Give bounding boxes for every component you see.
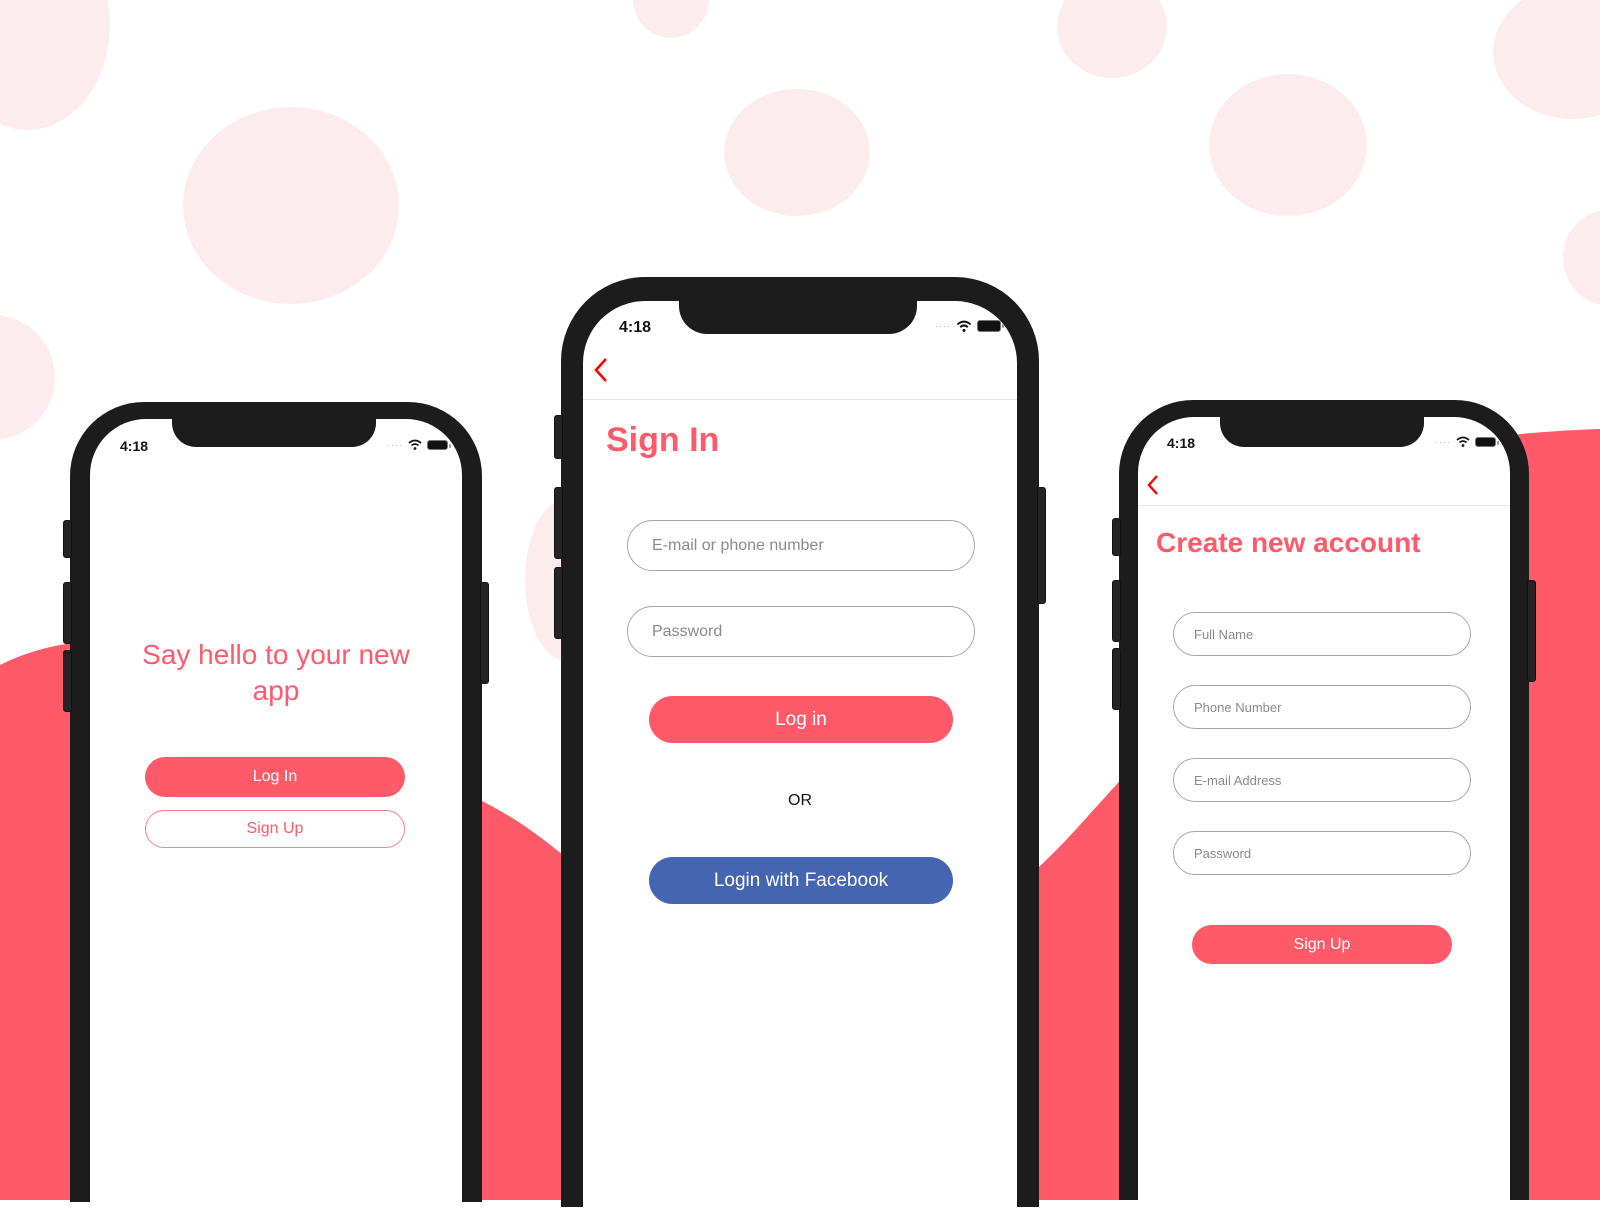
password-placeholder: Password	[652, 622, 723, 640]
welcome-title-line2: app	[252, 675, 300, 706]
phone-sign-up: 4:18 ···· Create new account Full Name P…	[1112, 400, 1536, 1207]
chevron-left-icon[interactable]	[593, 357, 609, 383]
phone-side-button	[480, 582, 489, 684]
password-input[interactable]: Password	[1173, 831, 1471, 875]
phone-side-button	[63, 650, 72, 712]
page-title: Create new account	[1156, 527, 1421, 558]
wifi-icon	[956, 320, 972, 332]
full-name-placeholder: Full Name	[1194, 626, 1254, 642]
signal-dots-icon: ····	[935, 321, 951, 331]
battery-icon	[977, 320, 1004, 332]
nav-divider	[1138, 505, 1510, 506]
signup-button[interactable]: Sign Up	[145, 810, 405, 848]
phone-side-button	[1112, 580, 1121, 642]
phone-screen: 4:18 ···· Say hello to your new app Log …	[90, 419, 462, 1209]
status-icons: ····	[387, 439, 451, 450]
notch	[679, 301, 917, 334]
password-placeholder: Password	[1194, 845, 1252, 861]
phone-side-button	[63, 520, 72, 558]
phone-side-button	[554, 487, 563, 559]
phone-side-button	[1112, 648, 1121, 710]
wifi-icon	[408, 439, 422, 450]
status-time: 4:18	[619, 319, 652, 336]
phone-number-input[interactable]: Phone Number	[1173, 685, 1471, 729]
phone-side-button	[1037, 487, 1046, 604]
phone-side-button	[554, 415, 563, 459]
phone-screen: 4:18 ···· Create new account Full Name P…	[1138, 417, 1510, 1207]
password-input[interactable]: Password	[627, 606, 975, 657]
battery-icon	[1475, 436, 1499, 447]
welcome-title-line1: Say hello to your new	[142, 639, 410, 670]
page-title: Sign In	[606, 421, 720, 459]
notch	[1220, 417, 1424, 447]
status-time: 4:18	[120, 438, 149, 454]
signal-dots-icon: ····	[1435, 436, 1451, 447]
phone-side-button	[63, 582, 72, 644]
phone-side-button	[1527, 580, 1536, 682]
status-icons: ····	[935, 320, 1004, 332]
email-or-phone-input[interactable]: E-mail or phone number	[627, 520, 975, 571]
email-address-input[interactable]: E-mail Address	[1173, 758, 1471, 802]
wifi-icon	[1456, 436, 1470, 447]
phone-welcome: 4:18 ···· Say hello to your new app Log …	[63, 402, 489, 1209]
phone-sign-in: 4:18 ···· Sign In E-mail or phone number…	[554, 277, 1046, 1211]
login-button[interactable]: Log in	[649, 696, 953, 743]
status-icons: ····	[1435, 436, 1499, 447]
nav-divider	[583, 399, 1017, 400]
signup-button[interactable]: Sign Up	[1192, 925, 1452, 964]
phone-number-placeholder: Phone Number	[1194, 699, 1282, 715]
email-or-phone-placeholder: E-mail or phone number	[652, 536, 824, 554]
email-address-placeholder: E-mail Address	[1194, 772, 1282, 788]
phone-screen: 4:18 ···· Sign In E-mail or phone number…	[583, 301, 1017, 1211]
login-button[interactable]: Log In	[145, 757, 405, 797]
phone-side-button	[1112, 518, 1121, 556]
phone-side-button	[554, 567, 563, 639]
battery-icon	[427, 439, 451, 450]
or-separator: OR	[788, 792, 812, 809]
chevron-left-icon[interactable]	[1146, 474, 1160, 496]
facebook-login-button[interactable]: Login with Facebook	[649, 857, 953, 904]
status-time: 4:18	[1167, 435, 1196, 451]
full-name-input[interactable]: Full Name	[1173, 612, 1471, 656]
notch	[172, 419, 376, 447]
welcome-title: Say hello to your new app	[90, 637, 462, 709]
signal-dots-icon: ····	[387, 439, 403, 450]
